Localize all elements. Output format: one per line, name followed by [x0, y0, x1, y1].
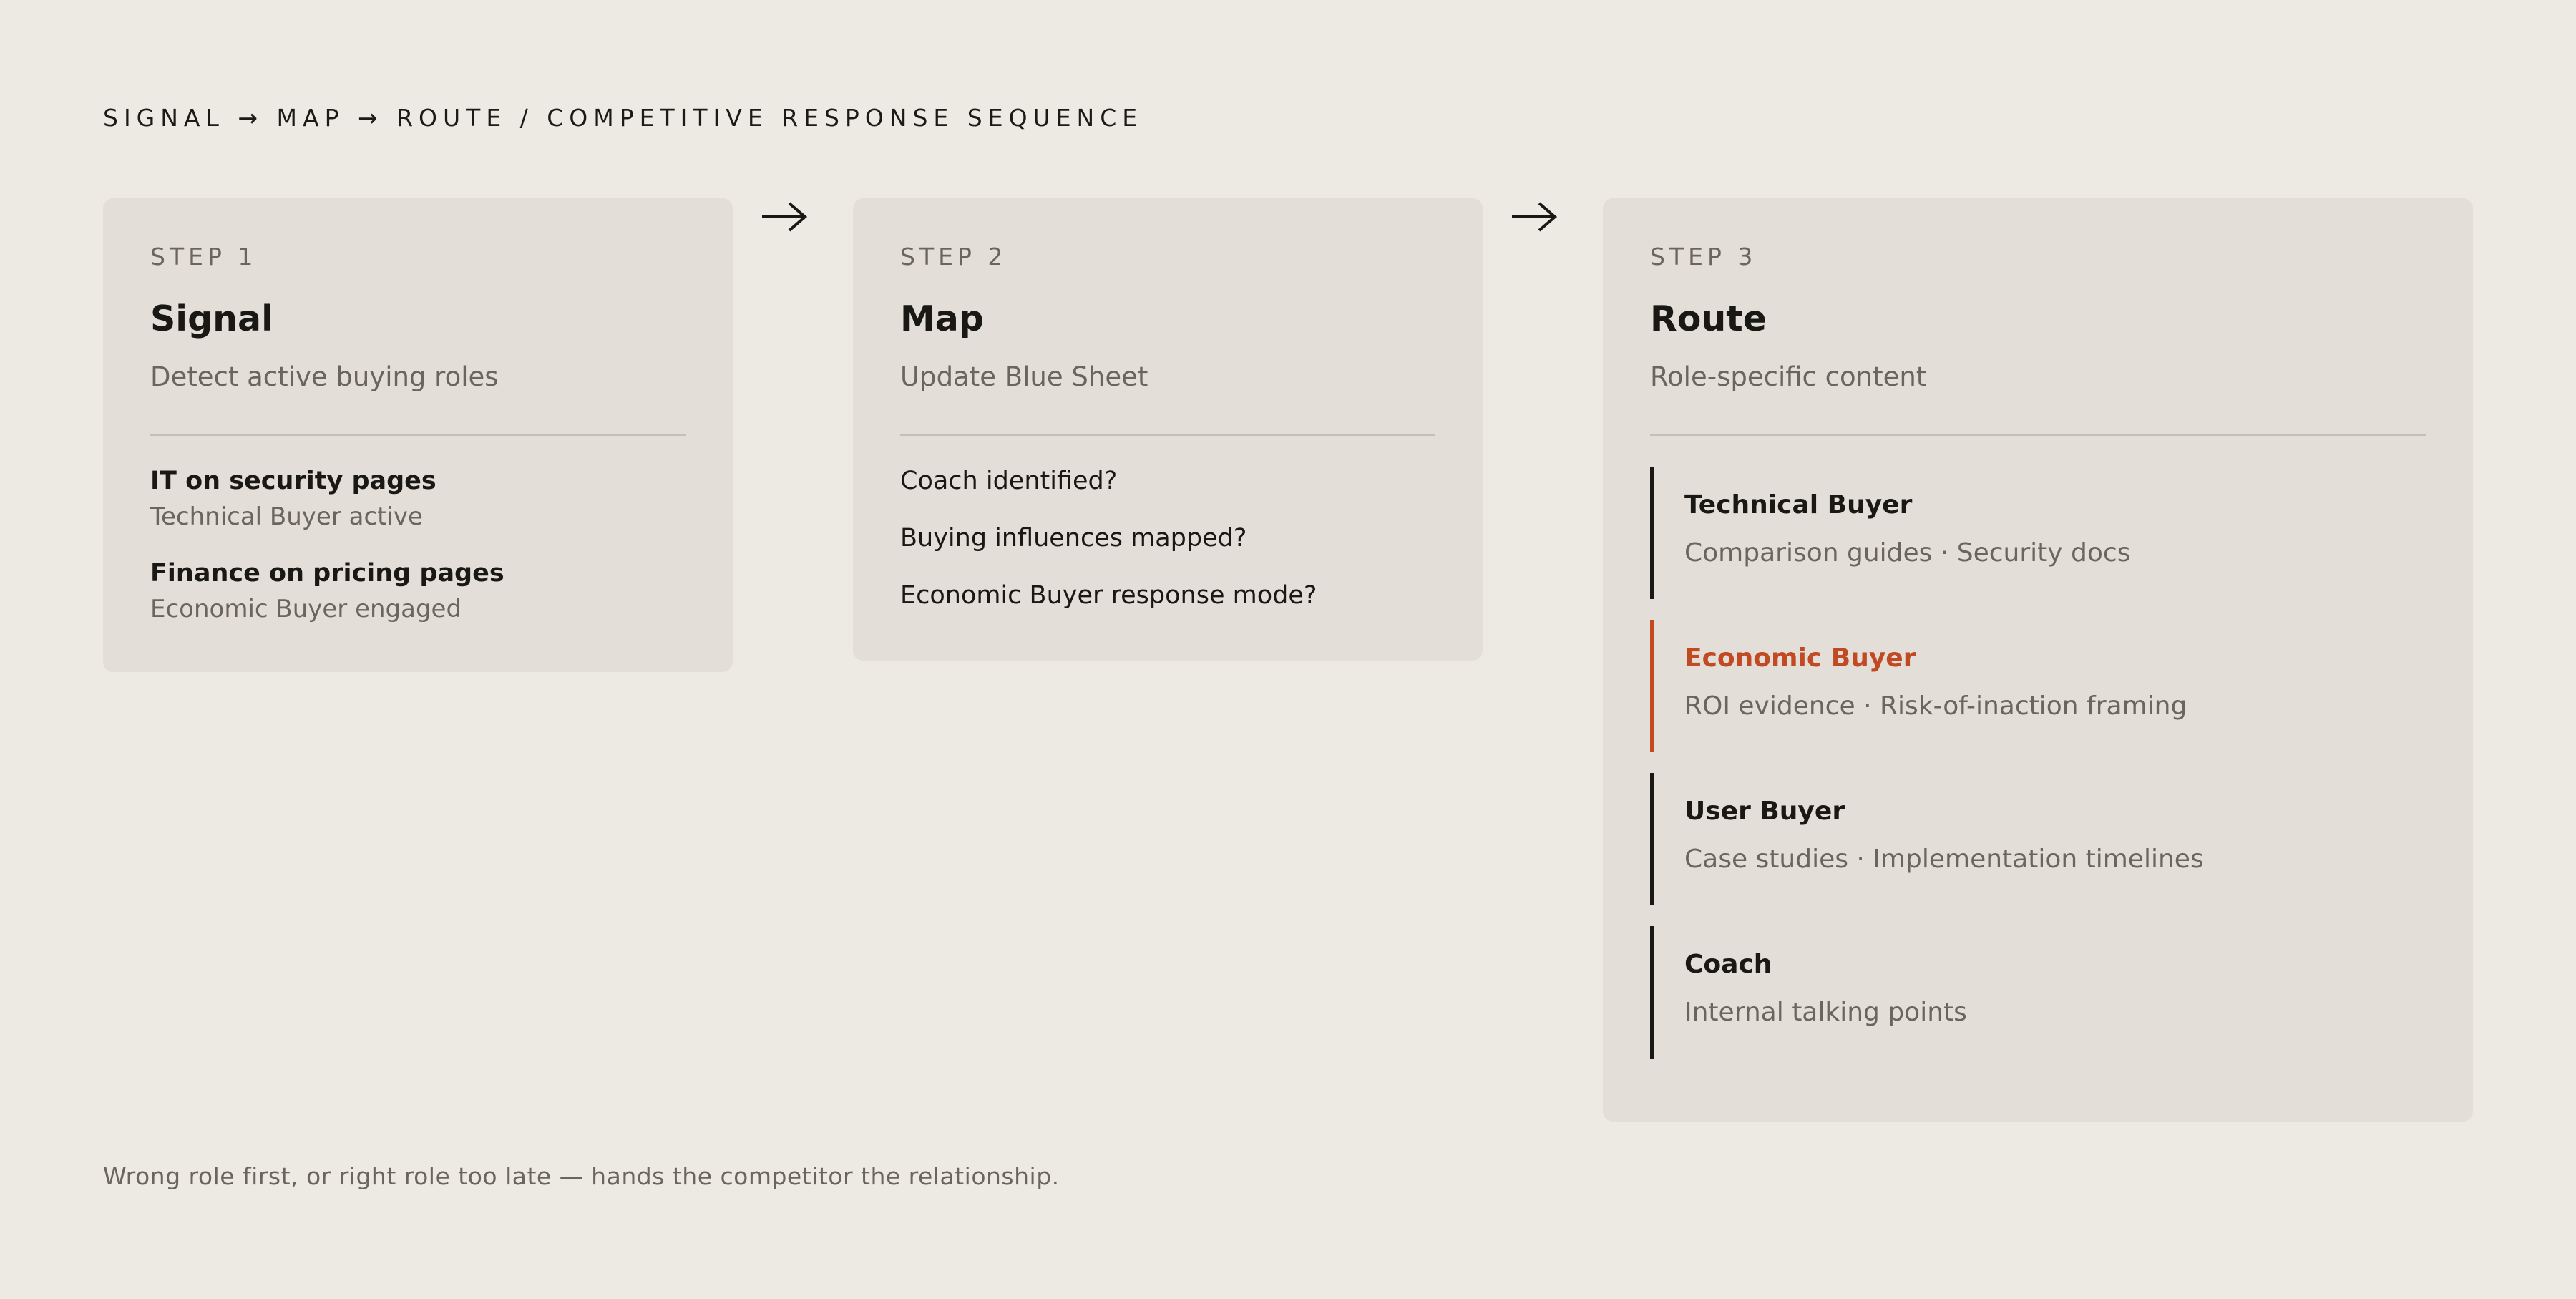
step-label: STEP 1	[150, 243, 258, 271]
signal-title: Finance on pricing pages	[150, 559, 504, 588]
signal-item: IT on security pages Technical Buyer act…	[150, 463, 436, 535]
step-subtitle: Role-specific content	[1650, 361, 1927, 392]
map-question: Coach identified?	[900, 467, 1118, 495]
route-item-coach: Coach Internal talking points	[1650, 926, 2426, 1059]
divider	[1650, 434, 2426, 436]
route-title: User Buyer	[1684, 797, 1845, 826]
footnote: Wrong role first, or right role too late…	[103, 1162, 1060, 1190]
step-label: STEP 2	[900, 243, 1008, 271]
step-card-signal: STEP 1 Signal Detect active buying roles…	[103, 198, 733, 672]
step-card-route: STEP 3 Route Role-specific content Techn…	[1603, 198, 2473, 1122]
step-title: Map	[900, 298, 984, 339]
route-item-user-buyer: User Buyer Case studies · Implementation…	[1650, 773, 2426, 905]
route-item-technical-buyer: Technical Buyer Comparison guides · Secu…	[1650, 467, 2426, 599]
divider	[900, 434, 1435, 436]
route-desc: Case studies · Implementation timelines	[1684, 845, 2204, 874]
route-title: Economic Buyer	[1684, 643, 1916, 673]
route-desc: Comparison guides · Security docs	[1684, 538, 2131, 568]
step-label: STEP 3	[1650, 243, 1757, 271]
arrow-right-icon	[762, 202, 808, 232]
map-question: Economic Buyer response mode?	[900, 581, 1317, 610]
step-card-map: STEP 2 Map Update Blue Sheet Coach ident…	[853, 198, 1483, 661]
map-question: Buying influences mapped?	[900, 524, 1247, 553]
route-desc: ROI evidence · Risk-of-inaction framing	[1684, 691, 2187, 721]
route-title: Coach	[1684, 950, 1772, 979]
route-item-economic-buyer: Economic Buyer ROI evidence · Risk-of-in…	[1650, 620, 2426, 752]
route-desc: Internal talking points	[1684, 998, 1967, 1027]
signal-desc: Economic Buyer engaged	[150, 595, 462, 623]
step-subtitle: Detect active buying roles	[150, 361, 499, 392]
step-title: Signal	[150, 298, 273, 339]
diagram-title: SIGNAL → MAP → ROUTE / COMPETITIVE RESPO…	[103, 104, 1143, 132]
divider	[150, 434, 686, 436]
step-title: Route	[1650, 298, 1767, 339]
route-title: Technical Buyer	[1684, 490, 1913, 520]
signal-title: IT on security pages	[150, 467, 436, 495]
signal-item: Finance on pricing pages Economic Buyer …	[150, 555, 504, 627]
signal-desc: Technical Buyer active	[150, 502, 423, 531]
step-subtitle: Update Blue Sheet	[900, 361, 1148, 392]
arrow-right-icon	[1512, 202, 1558, 232]
